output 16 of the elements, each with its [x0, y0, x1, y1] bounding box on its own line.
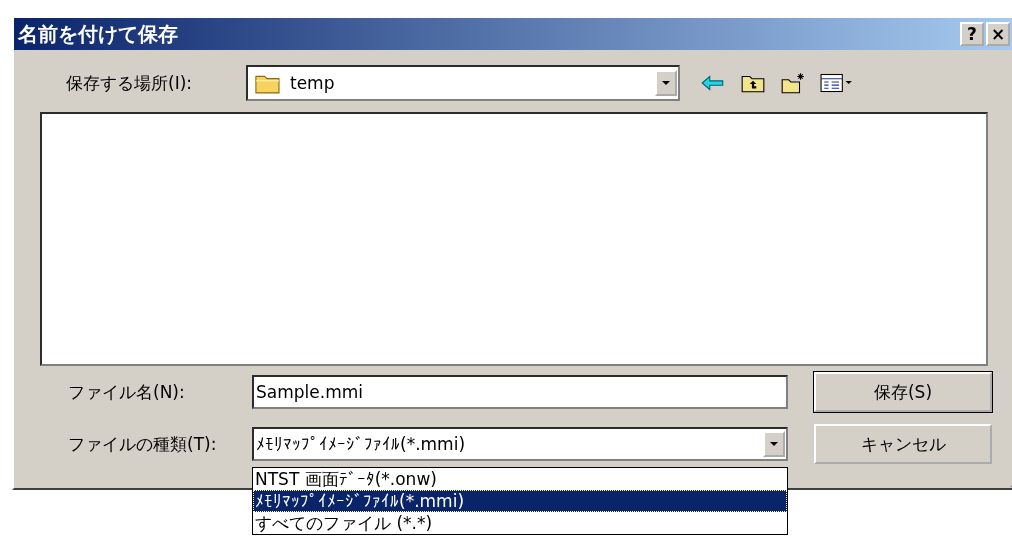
save-button[interactable]: 保存(S)	[814, 372, 992, 412]
window-title: 名前を付けて保存	[18, 20, 178, 48]
help-button[interactable]: ?	[960, 22, 984, 46]
file-name-field[interactable]: Sample.mmi	[252, 375, 788, 409]
dropdown-option[interactable]: すべてのファイル (*.*)	[253, 512, 787, 534]
cancel-button[interactable]: キャンセル	[814, 424, 992, 464]
file-type-dropdown[interactable]: ﾒﾓﾘﾏｯﾌﾟｲﾒｰｼﾞﾌｧｲﾙ(*.mmi)	[252, 427, 788, 461]
save-in-label: 保存する場所(I):	[65, 71, 193, 95]
close-button[interactable]: ×	[986, 22, 1010, 46]
save-in-dropdown[interactable]: temp	[246, 65, 680, 101]
new-folder-icon[interactable]	[780, 72, 806, 94]
file-type-label: ファイルの種類(T):	[67, 432, 218, 456]
view-menu-icon[interactable]	[820, 72, 854, 94]
dropdown-option[interactable]: ﾒﾓﾘﾏｯﾌﾟｲﾒｰｼﾞﾌｧｲﾙ(*.mmi)	[253, 490, 787, 512]
dropdown-option[interactable]: NTST 画面ﾃﾞｰﾀ(*.onw)	[253, 468, 787, 490]
file-name-label: ファイル名(N):	[67, 380, 186, 404]
